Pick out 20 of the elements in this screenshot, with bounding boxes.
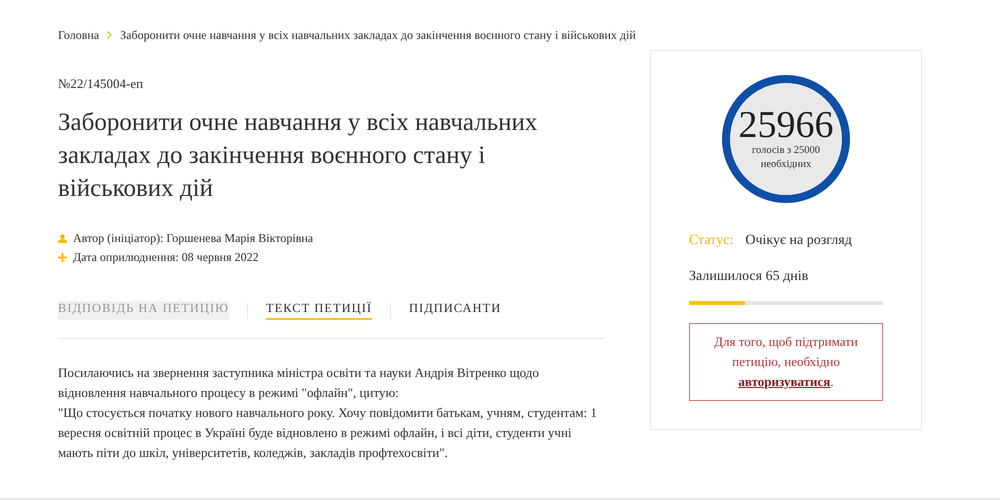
vote-caption: голосів з 25000 необхідних bbox=[750, 144, 822, 172]
petition-number: №22/145004-еп bbox=[58, 76, 144, 92]
auth-notice: Для того, щоб підтримати петицію, необхідно авторизуватися. bbox=[689, 323, 883, 401]
author-text: Автор (ініціатор): Горшенева Марія Вікторівна bbox=[73, 231, 314, 246]
status-label: Статус: bbox=[689, 233, 734, 249]
person-icon bbox=[58, 234, 67, 243]
petition-text: Посилаючись на звернення заступника міністра освіти та науки Андрія Вітренко щодо відновлення навчального процесу в режимі "офлайн", цитую: bbox=[58, 364, 540, 402]
login-link[interactable]: авторизуватися bbox=[738, 374, 830, 389]
tab[interactable]: ПІДПИСАНТИ bbox=[409, 301, 502, 320]
petition-text: "Що стосується початку нового навчального року. Хочу повідомити батькам, учням, студентам: 1 вересня освітній процес в Україні буде відновлено в режимі офлайн, і всі діти, студенти учні мають піти до шкіл, університетів, коледжів, закладів профтехосвіти". bbox=[58, 404, 598, 462]
date-text: Дата оприлюднення: 08 червня 2022 bbox=[73, 250, 259, 265]
current-page-title: Заборонити очне навчання у всіх навчальних закладах до закінчення воєнного стану і військових дій bbox=[120, 28, 636, 42]
breadcrumb-link[interactable]: Головна bbox=[58, 28, 100, 42]
days-remaining: Залишилося 65 днів bbox=[689, 269, 810, 285]
vote-count: 25966 bbox=[738, 106, 834, 144]
tab[interactable]: ТЕКСТ ПЕТИЦІЇ bbox=[266, 301, 372, 320]
plus-icon bbox=[58, 253, 67, 262]
status-value: Очікує на розгляд bbox=[745, 233, 852, 249]
petition-title: Заборонити очне навчання у всіх навчальних закладах до закінчення воєнного стану і військових дій bbox=[58, 108, 538, 204]
chevron-icon bbox=[107, 31, 112, 39]
